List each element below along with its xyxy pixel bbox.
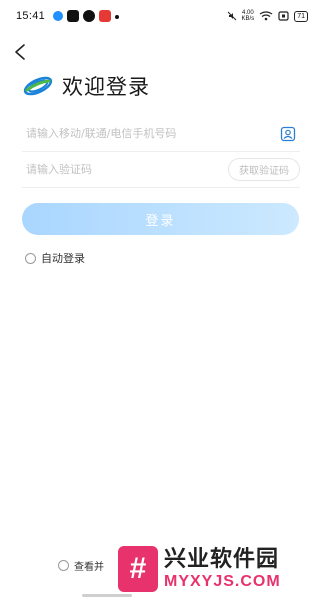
more-notifications-dot-icon (115, 14, 120, 19)
net-speed-unit: KB/s (241, 16, 255, 22)
agreement-text: 查看并 (74, 562, 104, 573)
agreement-radio[interactable] (58, 560, 69, 571)
status-time: 15:41 (16, 10, 46, 22)
watermark: # 兴业软件园 MYXYJS.COM (118, 540, 320, 598)
app-notification-icon (99, 10, 112, 22)
login-button[interactable]: 登录 (22, 203, 299, 235)
mute-icon (227, 11, 236, 21)
tiktok-icon (67, 10, 80, 22)
status-right: 4.00 KB/s 71 (227, 10, 308, 22)
battery-indicator: 71 (294, 10, 308, 22)
contacts-button[interactable] (278, 124, 298, 144)
watermark-en: MYXYJS.COM (164, 573, 281, 590)
watermark-logo: # (118, 546, 158, 592)
app-notification-icon (83, 10, 96, 22)
watermark-cn: 兴业软件园 (164, 547, 280, 572)
wifi-icon (259, 11, 273, 21)
phone-input[interactable] (22, 116, 278, 151)
auto-login-option[interactable]: 自动登录 (25, 250, 85, 266)
network-speed: 4.00 KB/s (242, 10, 255, 22)
phone-field-row (22, 116, 300, 152)
brand-header: 欢迎登录 (22, 70, 150, 102)
china-mobile-logo-icon (23, 76, 53, 96)
verification-code-input[interactable] (22, 152, 228, 187)
auto-login-label: 自动登录 (41, 252, 85, 265)
contact-book-icon (280, 126, 296, 141)
chevron-left-icon (15, 44, 25, 60)
sim-icon (278, 11, 289, 21)
code-field-row: 获取验证码 (22, 152, 300, 188)
auto-login-radio[interactable] (25, 252, 36, 264)
watermark-text: 兴业软件园 MYXYJS.COM (164, 547, 281, 591)
home-indicator (82, 594, 132, 597)
page-title: 欢迎登录 (62, 75, 150, 99)
get-code-button[interactable]: 获取验证码 (228, 158, 300, 181)
back-button[interactable] (8, 40, 32, 64)
app-notification-icon (53, 11, 64, 21)
agreement-row[interactable]: 查看并 (58, 558, 104, 573)
status-bar: 15:41 4.00 KB/s 71 (0, 0, 320, 32)
